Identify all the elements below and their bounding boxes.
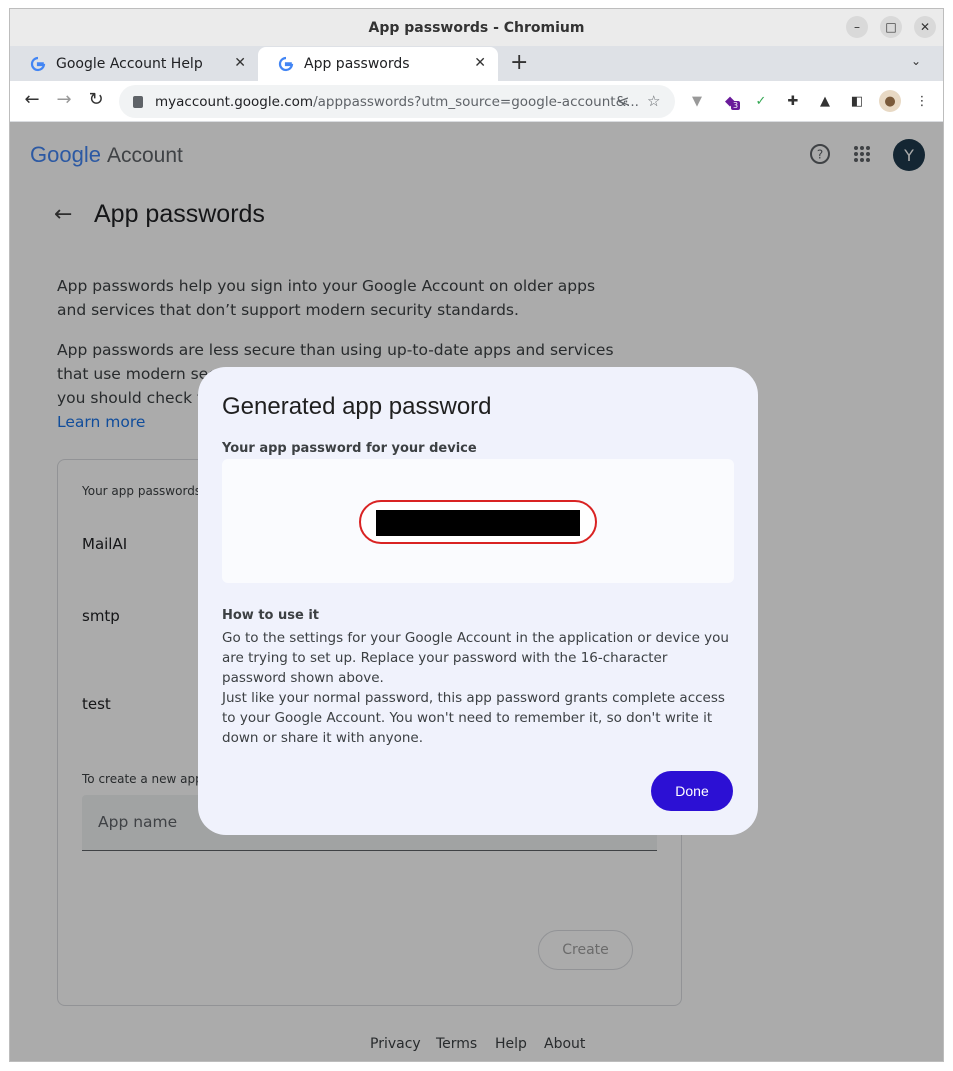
back-icon[interactable]: ← xyxy=(20,89,44,110)
tab-label: App passwords xyxy=(304,56,410,72)
dialog-subtitle: Your app password for your device xyxy=(222,441,477,456)
password-display-box xyxy=(222,459,734,583)
password-highlight xyxy=(359,500,597,544)
forward-icon[interactable]: → xyxy=(52,89,76,110)
how-to-use-heading: How to use it xyxy=(222,608,320,623)
extension-graduation-icon[interactable]: ◆ 3 xyxy=(721,92,741,110)
done-button[interactable]: Done xyxy=(651,771,733,811)
minimize-icon[interactable]: – xyxy=(846,16,868,38)
side-panel-icon[interactable]: ◧ xyxy=(848,92,866,110)
share-icon[interactable]: ⋖ xyxy=(617,92,630,110)
google-g-icon xyxy=(30,56,46,72)
reload-icon[interactable]: ↻ xyxy=(84,89,108,110)
extension-v-icon[interactable]: ▼ xyxy=(688,92,706,110)
url-text: myaccount.google.com/apppasswords?utm_so… xyxy=(155,93,639,110)
title-bar: App passwords - Chromium – □ ✕ xyxy=(10,9,943,46)
menu-dots-icon[interactable]: ⋮ xyxy=(913,92,931,110)
flask-icon[interactable]: ▲ xyxy=(816,92,834,110)
browser-toolbar: ← → ↻ myaccount.google.com/apppasswords?… xyxy=(10,81,943,122)
browser-window: App passwords - Chromium – □ ✕ Google Ac… xyxy=(9,8,944,1062)
tab-strip: Google Account Help ✕ App passwords ✕ + … xyxy=(10,46,943,81)
redacted-password[interactable] xyxy=(376,510,580,536)
address-bar[interactable]: myaccount.google.com/apppasswords?utm_so… xyxy=(119,85,675,118)
google-g-icon xyxy=(278,56,294,72)
tab-app-passwords[interactable]: App passwords ✕ xyxy=(258,47,498,81)
page-content: Google Account ? Y ← App passwords App p… xyxy=(10,122,943,1061)
dialog-title: Generated app password xyxy=(222,393,492,420)
chevron-down-icon[interactable]: ⌄ xyxy=(911,54,921,68)
profile-icon[interactable]: ● xyxy=(879,90,901,112)
maximize-icon[interactable]: □ xyxy=(880,16,902,38)
tab-google-account-help[interactable]: Google Account Help ✕ xyxy=(10,47,258,81)
lock-icon xyxy=(133,95,143,108)
how-to-use-text: Go to the settings for your Google Accou… xyxy=(222,630,729,746)
extension-badge: 3 xyxy=(731,101,741,110)
star-icon[interactable]: ☆ xyxy=(647,92,660,110)
tab-label: Google Account Help xyxy=(56,56,203,72)
puzzle-icon[interactable]: ✚ xyxy=(784,92,802,110)
close-tab-icon[interactable]: ✕ xyxy=(474,55,486,71)
close-tab-icon[interactable]: ✕ xyxy=(234,55,246,71)
extension-checklist-icon[interactable]: ✓ xyxy=(752,92,770,110)
close-window-icon[interactable]: ✕ xyxy=(914,16,936,38)
new-tab-icon[interactable]: + xyxy=(510,50,528,75)
generated-password-dialog: Generated app password Your app password… xyxy=(198,367,758,835)
window-title: App passwords - Chromium xyxy=(368,19,585,36)
